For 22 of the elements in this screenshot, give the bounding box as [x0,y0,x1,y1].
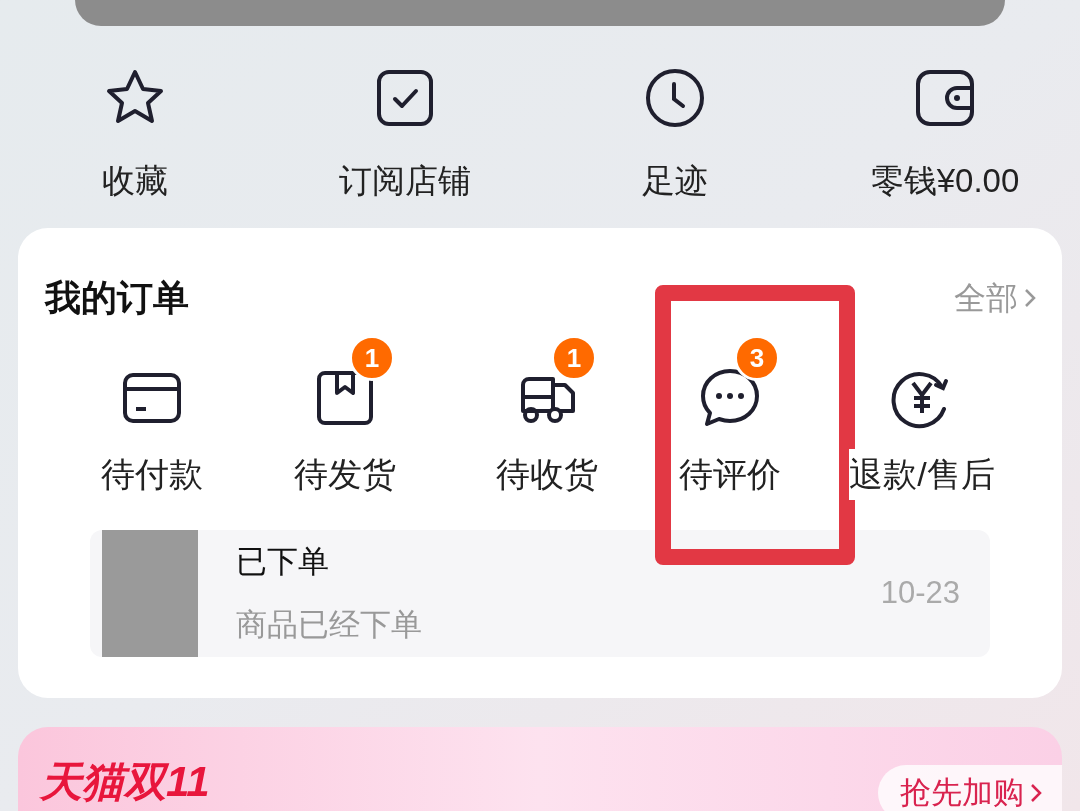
order-tab[interactable]: 1 待发货 [249,333,441,500]
buy-now-button[interactable]: 抢先加购 [878,765,1062,811]
clock-icon [643,66,707,130]
shortcut-item[interactable]: 订阅店铺 [270,66,540,226]
banner-title: 天猫双11 [40,757,210,807]
shortcut-item[interactable]: 足迹 [540,66,810,226]
chevron-icon [1030,783,1042,803]
order-status: 已下单 [236,543,330,581]
shortcut-item[interactable]: 收藏 [0,66,270,226]
order-tab[interactable]: 退款/售后 [807,333,1037,500]
recent-order-row[interactable]: 已下单 商品已经下单 10-23 [90,530,990,657]
chevron-icon [1024,288,1036,308]
count-badge: 1 [551,335,597,381]
count-badge: 3 [734,335,780,381]
shortcut-item[interactable]: 零钱¥0.00 [810,66,1080,226]
order-tab[interactable]: 3 待评价 [653,333,807,500]
section-title: 我的订单 [45,276,189,320]
order-tab[interactable]: 待付款 [55,333,249,500]
order-tab[interactable]: 1 待收货 [441,333,653,500]
count-badge: 1 [349,335,395,381]
order-detail: 商品已经下单 [236,605,422,644]
order-date: 10-23 [880,574,960,613]
